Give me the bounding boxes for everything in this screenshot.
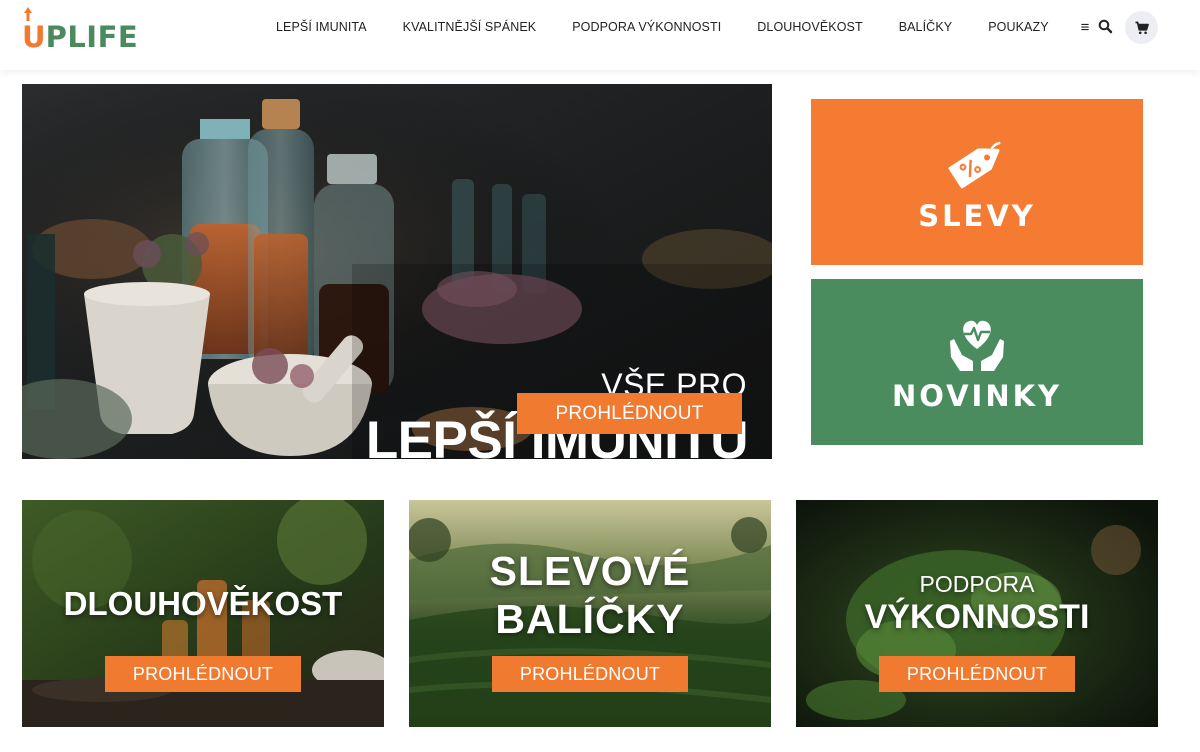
menu-icon[interactable]: ≡ bbox=[1081, 19, 1090, 36]
card-title-line2: BALÍČKY bbox=[495, 596, 685, 642]
card-podpora-vykonnosti[interactable]: PODPORA VÝKONNOSTI PROHLÉDNOUT bbox=[796, 500, 1158, 727]
sale-promo-tile[interactable]: SLEVY bbox=[811, 99, 1143, 265]
card-slevove-balicky[interactable]: SLEVOVÉ BALÍČKY PROHLÉDNOUT bbox=[409, 500, 771, 727]
logo-text: PLIFE bbox=[45, 20, 139, 54]
nav-item-kvalitnejsi-spanek[interactable]: KVALITNĚJŠÍ SPÁNEK bbox=[403, 20, 537, 34]
nav-item-lepsi-imunita[interactable]: LEPŠÍ IMUNITA bbox=[276, 20, 367, 34]
card-browse-button[interactable]: PROHLÉDNOUT bbox=[879, 656, 1075, 692]
cart-icon bbox=[1135, 21, 1149, 34]
card-title: VÝKONNOSTI bbox=[864, 598, 1090, 636]
card-dlouhovekost[interactable]: DLOUHOVĚKOST PROHLÉDNOUT bbox=[22, 500, 384, 727]
nav-item-balicky[interactable]: BALÍČKY bbox=[899, 20, 953, 34]
new-products-label: NOVINKY bbox=[891, 379, 1063, 413]
discount-tag-icon bbox=[948, 141, 1001, 189]
hero-banner[interactable]: VŠE PRO LEPŠÍ IMUNITU PROHLÉDNOUT bbox=[22, 84, 772, 459]
heart-hands-icon bbox=[950, 320, 1004, 371]
nav-item-poukazy[interactable]: POUKAZY bbox=[988, 20, 1048, 34]
card-browse-button[interactable]: PROHLÉDNOUT bbox=[492, 656, 688, 692]
nav-item-podpora-vykonnosti[interactable]: PODPORA VÝKONNOSTI bbox=[572, 20, 721, 34]
hero-browse-button[interactable]: PROHLÉDNOUT bbox=[517, 393, 742, 434]
logo-letter-u: U bbox=[22, 20, 46, 54]
card-title-line1: SLEVOVÉ bbox=[489, 548, 691, 594]
cart-button[interactable] bbox=[1125, 11, 1158, 44]
card-browse-button[interactable]: PROHLÉDNOUT bbox=[105, 656, 301, 692]
card-title: DLOUHOVĚKOST bbox=[63, 585, 343, 622]
card-subtitle: PODPORA bbox=[919, 571, 1035, 597]
search-icon[interactable] bbox=[1096, 17, 1116, 37]
sale-label: SLEVY bbox=[918, 199, 1036, 233]
main-nav: LEPŠÍ IMUNITA KVALITNĚJŠÍ SPÁNEK PODPORA… bbox=[258, 0, 1089, 54]
logo-arrow-icon bbox=[24, 7, 32, 21]
uplife-logo[interactable]: U PLIFE bbox=[22, 7, 139, 54]
nav-item-dlouhovekost[interactable]: DLOUHOVĚKOST bbox=[757, 20, 862, 34]
site-header: U PLIFE LEPŠÍ IMUNITA KVALITNĚJŠÍ SPÁNEK… bbox=[0, 0, 1200, 70]
new-products-tile[interactable]: NOVINKY bbox=[811, 279, 1143, 445]
